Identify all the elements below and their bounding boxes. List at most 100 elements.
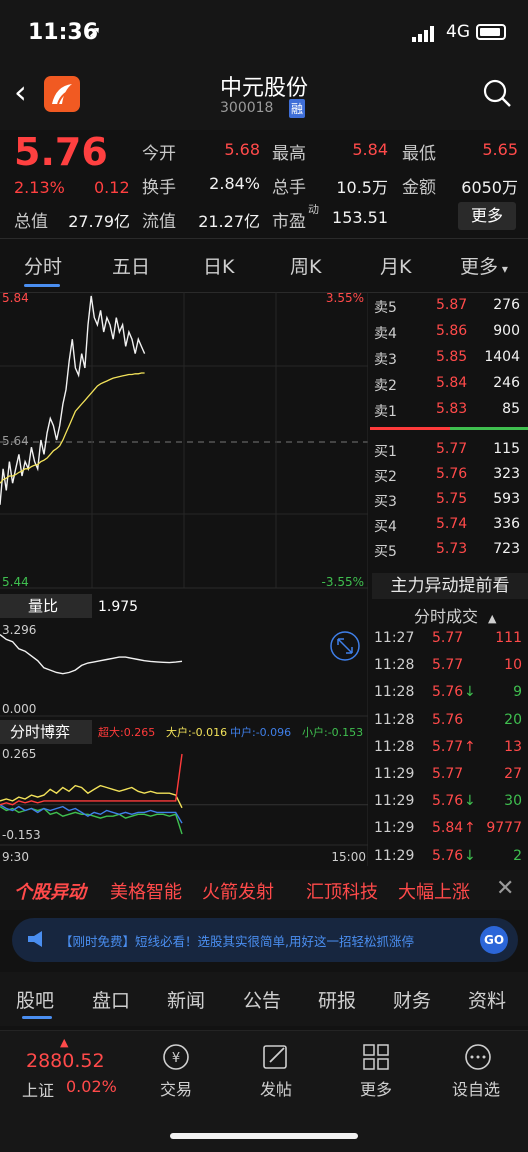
game-max: 0.265 xyxy=(2,747,36,761)
banner-text: 【刚时免费】短线必看！选股其实很简单,用好这一招轻松抓涨停 xyxy=(60,934,414,949)
tick-time: 11:29 xyxy=(374,820,415,837)
megaphone-icon xyxy=(28,931,42,947)
tab-intraday[interactable]: 分时 xyxy=(24,252,62,279)
section-tab-indicator xyxy=(22,1016,52,1019)
alert-item[interactable]: 火箭发射 xyxy=(202,878,274,904)
ob-volume: 85 xyxy=(502,401,520,417)
high-value: 5.84 xyxy=(352,140,388,159)
tab-news[interactable]: 新闻 xyxy=(167,986,205,1013)
index-value[interactable]: 2880.52 xyxy=(26,1050,105,1072)
tab-research[interactable]: 研报 xyxy=(318,986,356,1013)
tick-price: 5.77 xyxy=(432,630,464,646)
float-value-label: 流值 xyxy=(142,212,176,232)
close-icon[interactable]: ✕ xyxy=(496,876,514,901)
tick-row: 11:28 5.76 ↓ 9 xyxy=(372,684,528,706)
time-axis-start: 9:30 xyxy=(2,850,29,864)
ask-row[interactable]: 卖4 5.86 900 xyxy=(372,323,528,347)
ask-row[interactable]: 卖5 5.87 276 xyxy=(372,297,528,321)
ob-label: 卖2 xyxy=(374,378,397,394)
more-button[interactable]: 更多 xyxy=(458,202,516,230)
turnover-value: 2.84% xyxy=(209,174,260,193)
alert-item[interactable]: 汇顶科技 xyxy=(306,878,378,904)
bid-row[interactable]: 买5 5.73 723 xyxy=(372,541,528,565)
ask-row[interactable]: 卖3 5.85 1404 xyxy=(372,349,528,373)
tab-five-day[interactable]: 五日 xyxy=(112,252,150,279)
tab-forum[interactable]: 股吧 xyxy=(16,986,54,1013)
ob-price: 5.75 xyxy=(436,491,468,507)
tab-more-label[interactable]: 更多 xyxy=(360,1076,392,1100)
add-watchlist-icon[interactable] xyxy=(458,1042,498,1072)
price-axis-mid: 5.64 xyxy=(2,434,29,448)
tab-daily-k[interactable]: 日K xyxy=(203,252,234,279)
open-label: 今开 xyxy=(142,144,176,164)
tick-time: 11:29 xyxy=(374,766,415,782)
average-price-line xyxy=(0,372,145,484)
bid-row[interactable]: 买3 5.75 593 xyxy=(372,491,528,515)
tab-monthly-k[interactable]: 月K xyxy=(380,252,411,279)
tick-row: 11:28 5.76 20 xyxy=(372,712,528,734)
tab-post-label[interactable]: 发帖 xyxy=(260,1076,292,1100)
tab-announcements[interactable]: 公告 xyxy=(243,986,281,1013)
tick-time: 11:29 xyxy=(374,793,415,810)
tick-volume: 2 xyxy=(513,847,522,864)
tab-profile[interactable]: 资料 xyxy=(468,986,506,1013)
tick-time: 11:28 xyxy=(374,657,415,674)
tick-volume: 13 xyxy=(504,738,522,755)
ticks-title-label: 分时成交 xyxy=(414,607,479,626)
svg-text:¥: ¥ xyxy=(172,1051,180,1066)
tick-row: 11:27 5.77 111 xyxy=(372,630,528,652)
tick-volume: 27 xyxy=(504,766,522,782)
tab-more[interactable]: 更多 ▾ xyxy=(460,252,508,279)
tab-financials[interactable]: 财务 xyxy=(393,986,431,1013)
bid-row[interactable]: 买1 5.77 115 xyxy=(372,441,528,465)
search-icon[interactable] xyxy=(482,78,512,108)
volume-ratio-line xyxy=(0,634,183,675)
divider xyxy=(0,238,528,239)
game-legend-item: 中户:-0.096 xyxy=(230,725,291,739)
location-icon: ➚ xyxy=(88,22,102,41)
tick-row: 11:29 5.77 27 xyxy=(372,766,528,788)
main-force-title[interactable]: 主力异动提前看 xyxy=(372,573,528,599)
bid-row[interactable]: 买2 5.76 323 xyxy=(372,466,528,490)
total-value: 27.79亿 xyxy=(68,212,130,231)
tick-volume: 9777 xyxy=(486,820,522,837)
ob-price: 5.84 xyxy=(436,375,468,391)
yen-trade-icon[interactable]: ¥ xyxy=(156,1042,196,1072)
ob-label: 卖4 xyxy=(374,326,397,342)
ob-volume: 336 xyxy=(493,516,520,532)
tab-active-indicator xyxy=(24,284,60,287)
go-button[interactable]: GO xyxy=(480,926,508,954)
ob-volume: 593 xyxy=(493,491,520,507)
pe-label: 市盈 xyxy=(272,212,306,232)
game-legend-item: 超大:0.265 xyxy=(98,725,155,739)
alert-item[interactable]: 美格智能 xyxy=(110,878,182,904)
tab-watchlist-label[interactable]: 设自选 xyxy=(452,1076,500,1100)
ask-bid-divider-red xyxy=(370,427,450,430)
grid-more-icon[interactable] xyxy=(356,1042,396,1072)
tab-weekly-k[interactable]: 周K xyxy=(290,252,321,279)
ob-price: 5.74 xyxy=(436,516,468,532)
tab-more-label: 更多 xyxy=(460,256,499,278)
bid-row[interactable]: 买4 5.74 336 xyxy=(372,516,528,540)
volume-ratio-panel xyxy=(0,634,183,675)
edit-post-icon[interactable] xyxy=(256,1042,296,1072)
ask-bid-divider-green xyxy=(450,427,528,430)
ask-row[interactable]: 卖2 5.84 246 xyxy=(372,375,528,399)
stock-code: 300018 xyxy=(220,100,274,116)
tab-trade-label[interactable]: 交易 xyxy=(160,1076,192,1100)
page-title: 中元股份 xyxy=(219,76,308,101)
current-price: 5.76 xyxy=(14,130,108,174)
alert-item[interactable]: 大幅上涨 xyxy=(398,878,470,904)
ask-row[interactable]: 卖1 5.83 85 xyxy=(372,401,528,425)
tick-arrow-icon: ↑ xyxy=(464,820,476,837)
tab-handicap[interactable]: 盘口 xyxy=(92,986,130,1013)
game-min: -0.153 xyxy=(2,828,41,842)
tick-price: 5.77 xyxy=(432,766,464,782)
ticks-title[interactable]: 分时成交 ▲ xyxy=(372,603,528,627)
float-value: 21.27亿 xyxy=(198,212,260,231)
intraday-chart[interactable]: 5.84 3.55% 5.64 5.44 -3.55% 量比 1.975 3.2… xyxy=(0,292,368,866)
ob-price: 5.76 xyxy=(436,466,468,482)
low-value: 5.65 xyxy=(482,140,518,159)
ob-volume: 323 xyxy=(493,466,520,482)
expand-icon[interactable] xyxy=(330,631,360,661)
